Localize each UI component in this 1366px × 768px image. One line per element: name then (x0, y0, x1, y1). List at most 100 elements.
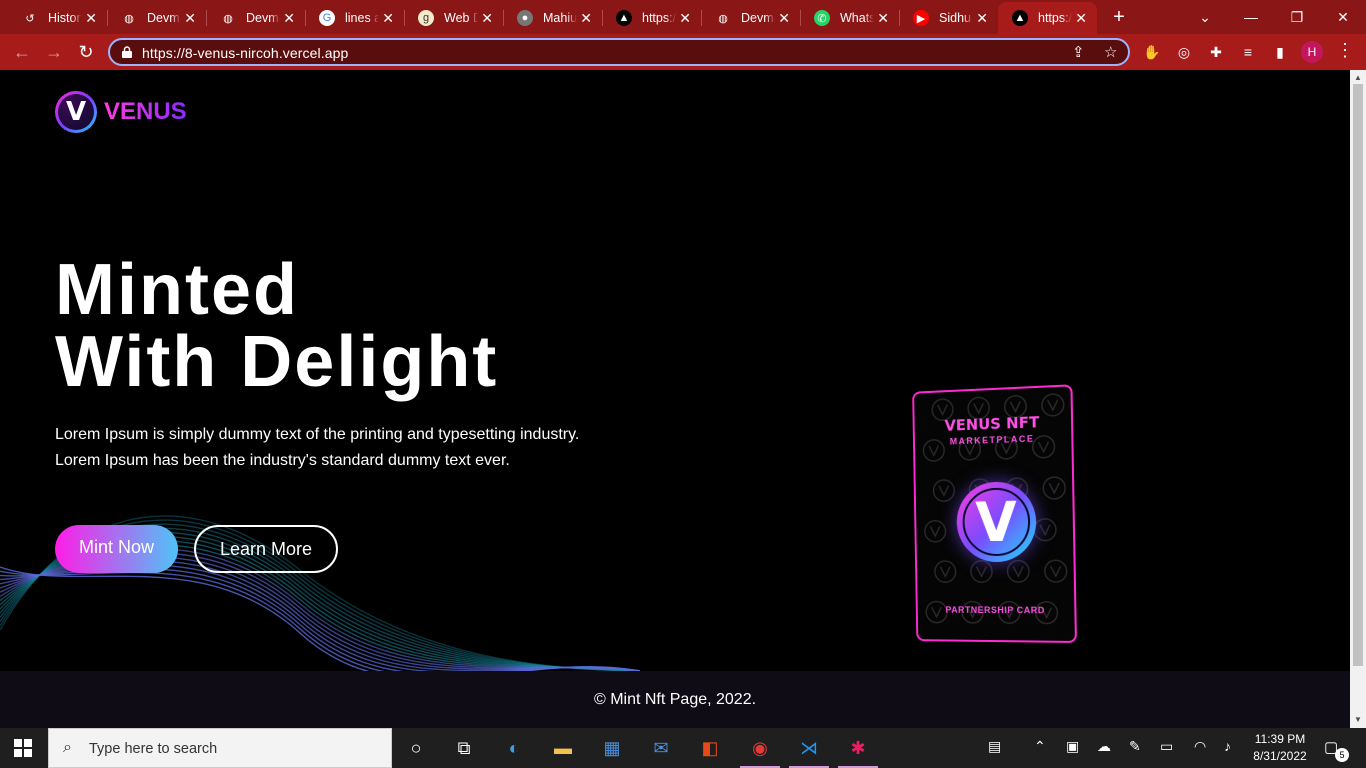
scroll-down-arrow[interactable]: ▼ (1354, 715, 1362, 724)
pattern-v (939, 486, 949, 496)
browser-tab[interactable]: ◍ Devmate✕ (206, 2, 306, 34)
tab-close-icon[interactable]: ✕ (283, 11, 295, 25)
onedrive-cloud-icon[interactable]: ☁ (1097, 738, 1111, 755)
clock-time: 11:39 PM (1254, 732, 1306, 746)
taskbar-search-box[interactable]: ⌕ Type here to search (48, 728, 392, 768)
tab-close-icon[interactable]: ✕ (382, 11, 394, 25)
chrome-taskbar-icon[interactable]: ◉ (740, 734, 780, 768)
wave-line (0, 564, 640, 671)
battery-icon[interactable]: ▭ (1160, 738, 1173, 755)
learn-more-button[interactable]: Learn More (194, 525, 338, 573)
whatsapp-icon: ✆ (814, 10, 830, 26)
mint-now-button[interactable]: Mint Now (55, 525, 178, 573)
browser-tab[interactable]: Glines a ✕ (305, 2, 405, 34)
restore-button[interactable]: ❐ (1274, 0, 1320, 34)
tab-title: Devmate (246, 11, 280, 25)
news-widget-icon[interactable]: ▤ (988, 738, 1001, 755)
windows-taskbar: ⌕ Type here to search ○ ⧉ ◐ ▬ ▦ ✉ ◧ ◉ ⋊ … (0, 728, 1366, 768)
tab-close-icon[interactable]: ✕ (877, 11, 889, 25)
extension-hand-icon[interactable]: ✋ (1143, 43, 1161, 61)
page-scrollbar[interactable]: ▲ ▼ (1350, 70, 1366, 728)
scrollbar-thumb[interactable] (1353, 84, 1363, 666)
url-text[interactable]: https://8-venus-nircoh.vercel.app (142, 45, 348, 61)
brand-name: VENUS (104, 98, 187, 125)
notification-center-icon[interactable]: ▢ 5 (1324, 738, 1349, 762)
browser-tab[interactable]: g Web D ✕ (404, 2, 504, 34)
browser-tab[interactable]: ▲ https:/✕ (602, 2, 702, 34)
browser-menu-icon[interactable]: ⋮ (1336, 40, 1354, 61)
tab-title: Mahiu (543, 11, 577, 25)
new-tab-button[interactable]: + (1108, 6, 1130, 28)
edge-icon[interactable]: ◐ (500, 734, 528, 762)
tab-title: lines a (345, 11, 379, 25)
address-bar[interactable]: https://8-venus-nircoh.vercel.app ⇪ ☆ (108, 38, 1130, 66)
volume-icon[interactable]: ♪ (1224, 738, 1231, 754)
pattern-circle (925, 520, 946, 541)
wifi-icon[interactable]: ◠ (1194, 738, 1206, 755)
tab-close-icon[interactable]: ✕ (679, 11, 691, 25)
cortana-icon[interactable]: ○ (402, 734, 430, 762)
browser-tab[interactable]: ▲ https:/✕ (998, 2, 1097, 34)
globe-icon: ◍ (718, 12, 728, 25)
tab-title: Devmate (147, 11, 181, 25)
browser-tab[interactable]: ↺ History✕ (8, 2, 108, 34)
share-icon[interactable]: ⇪ (1072, 43, 1085, 61)
forward-button[interactable]: → (42, 41, 66, 63)
windows-start-icon[interactable] (14, 739, 32, 757)
browser-tab[interactable]: ◍ Devma✕ (701, 2, 801, 34)
pattern-v (1040, 525, 1050, 535)
pattern-circle (1043, 477, 1065, 499)
system-clock[interactable]: 11:39 PM 8/31/2022 (1250, 731, 1310, 765)
minimize-button[interactable]: — (1228, 0, 1274, 34)
logo-letter: V (58, 94, 94, 130)
tab-close-icon[interactable]: ✕ (580, 11, 592, 25)
tab-close-icon[interactable]: ✕ (481, 11, 493, 25)
profile-avatar[interactable]: H (1301, 41, 1323, 63)
task-view-icon[interactable]: ⧉ (450, 734, 478, 762)
scroll-up-arrow[interactable]: ▲ (1354, 73, 1362, 82)
vscode-icon[interactable]: ⋊ (789, 734, 829, 768)
lock-icon[interactable] (122, 46, 132, 58)
tab-close-icon[interactable]: ✕ (976, 11, 988, 25)
browser-tab[interactable]: ◍ Devmate✕ (107, 2, 207, 34)
reload-button[interactable]: ↻ (74, 41, 98, 63)
tab-close-icon[interactable]: ✕ (85, 11, 97, 25)
search-placeholder[interactable]: Type here to search (89, 741, 217, 757)
file-explorer-icon[interactable]: ▬ (549, 734, 577, 762)
browser-tab[interactable]: ✆ Whats ✕ (800, 2, 900, 34)
side-panel-icon[interactable]: ▮ (1271, 43, 1289, 61)
site-logo[interactable]: V VENUS (55, 91, 187, 133)
pen-workspace-icon[interactable]: ✎ (1129, 738, 1141, 755)
hero-description: Lorem Ipsum is simply dummy text of the … (55, 426, 580, 469)
extensions-puzzle-icon[interactable]: ✚ (1207, 43, 1225, 61)
bookmark-star-icon[interactable]: ☆ (1104, 43, 1117, 61)
meet-now-icon[interactable]: ▣ (1066, 738, 1079, 755)
browser-tab[interactable]: ● Mahiu ✕ (503, 2, 603, 34)
close-window-button[interactable]: ✕ (1320, 0, 1366, 34)
office-icon[interactable]: ◧ (696, 734, 724, 762)
reading-list-icon[interactable]: ≡ (1239, 43, 1257, 61)
mail-icon[interactable]: ✉ (647, 734, 675, 762)
tab-close-icon[interactable]: ✕ (778, 11, 790, 25)
grammarly-icon: g (418, 10, 434, 26)
wave-line (0, 570, 640, 671)
pattern-circle (971, 561, 992, 582)
pattern-v (974, 403, 984, 413)
back-button[interactable]: ← (10, 41, 34, 63)
tab-title: History (48, 11, 82, 25)
tab-close-icon[interactable]: ✕ (184, 11, 196, 25)
show-hidden-icons-chevron[interactable]: ⌃ (1034, 738, 1046, 755)
wave-line (0, 567, 640, 671)
slack-icon[interactable]: ✱ (838, 734, 878, 768)
tab-search-button[interactable]: ⌄ (1182, 0, 1228, 34)
tab-close-icon[interactable]: ✕ (1075, 11, 1087, 25)
tab-title: Whats (840, 11, 874, 25)
browser-tab[interactable]: ▶ Sidhu ✕ (899, 2, 998, 34)
pattern-v (977, 567, 987, 577)
tab-title: Sidhu (939, 11, 971, 25)
extension-cookie-icon[interactable]: ◎ (1175, 43, 1193, 61)
microsoft-store-icon[interactable]: ▦ (598, 734, 626, 762)
wave-line (0, 560, 640, 671)
pattern-circle (1007, 560, 1029, 582)
pattern-v (1049, 483, 1059, 493)
